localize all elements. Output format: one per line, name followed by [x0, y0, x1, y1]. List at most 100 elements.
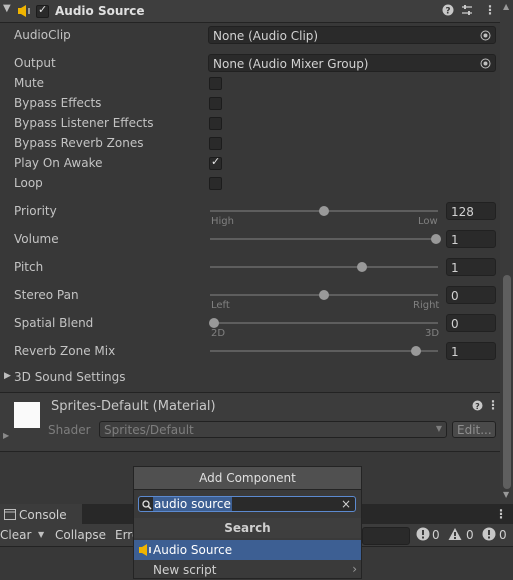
info-log-toggle[interactable] — [416, 527, 430, 544]
svg-text:?: ? — [445, 7, 450, 17]
pitch-label: Pitch — [14, 260, 44, 274]
chevron-right-icon: › — [352, 562, 357, 576]
material-title: Sprites-Default (Material) — [51, 399, 216, 414]
priority-min-label: High — [211, 216, 234, 227]
stereo-pan-min-label: Left — [211, 300, 230, 311]
spatial-blend-max-label: 3D — [425, 328, 440, 339]
add-component-button[interactable]: Add Component — [134, 467, 361, 490]
volume-slider-knob[interactable] — [431, 234, 441, 244]
scroll-down-icon[interactable]: ▼ — [503, 490, 509, 499]
volume-slider-track[interactable] — [210, 238, 438, 240]
result-label: Audio Source — [153, 543, 233, 557]
spatial-blend-slider-track[interactable] — [210, 322, 438, 324]
edit-shader-button[interactable]: Edit... — [452, 421, 496, 438]
audioclip-value: None (Audio Clip) — [213, 29, 319, 43]
stereo-pan-label: Stereo Pan — [14, 288, 79, 302]
shader-label: Shader — [48, 423, 91, 437]
spatial-blend-value-field[interactable]: 0 — [446, 314, 496, 332]
result-label: New script — [153, 563, 217, 577]
context-menu-icon[interactable]: ⋮ — [495, 507, 507, 521]
shader-dropdown[interactable]: Sprites/Default ▼ — [99, 421, 447, 438]
context-menu-icon[interactable]: ⋮ — [484, 3, 496, 17]
output-field[interactable]: None (Audio Mixer Group) — [208, 54, 496, 72]
stereo-pan-slider-knob[interactable] — [319, 290, 329, 300]
output-value: None (Audio Mixer Group) — [213, 57, 369, 71]
collapse-button[interactable]: Collapse — [55, 528, 106, 542]
loop-checkbox[interactable] — [209, 177, 222, 190]
volume-label: Volume — [14, 232, 59, 246]
material-expand-arrow-icon[interactable]: ▶ — [3, 431, 9, 440]
console-icon — [4, 509, 16, 523]
bypass-reverb-zones-checkbox[interactable] — [209, 137, 222, 150]
material-preview — [14, 402, 40, 428]
error-log-toggle[interactable] — [482, 527, 496, 544]
component-enabled-checkbox[interactable] — [36, 3, 49, 18]
play-on-awake-label: Play On Awake — [14, 156, 103, 170]
3d-sound-settings-foldout[interactable]: 3D Sound Settings — [14, 370, 126, 384]
search-results-title: Search — [224, 521, 271, 535]
priority-max-label: Low — [418, 216, 438, 227]
search-result-audio-source[interactable]: Audio Source — [134, 540, 361, 560]
component-search-input[interactable]: audio source × — [138, 496, 356, 512]
component-title: Audio Source — [55, 4, 145, 18]
expand-arrow-icon[interactable]: ▶ — [4, 371, 11, 381]
warning-count: 0 — [466, 528, 474, 542]
audio-source-icon — [17, 4, 31, 21]
stereo-pan-max-label: Right — [413, 300, 440, 311]
bypass-effects-label: Bypass Effects — [14, 96, 102, 110]
reverb-zone-mix-value-field[interactable]: 1 — [446, 342, 496, 360]
search-results-header: Search — [134, 518, 361, 538]
console-tab-label: Console — [19, 508, 67, 522]
bypass-reverb-zones-label: Bypass Reverb Zones — [14, 136, 144, 150]
add-component-popup: Add Component audio source × Search Audi… — [133, 466, 362, 579]
bypass-listener-effects-checkbox[interactable] — [209, 117, 222, 130]
clear-button[interactable]: Clear — [0, 528, 31, 542]
priority-slider-knob[interactable] — [319, 206, 329, 216]
clear-search-icon[interactable]: × — [341, 497, 351, 511]
output-label: Output — [14, 56, 56, 70]
play-on-awake-checkbox[interactable] — [209, 155, 222, 170]
audio-source-icon — [138, 543, 152, 560]
reverb-zone-mix-slider-knob[interactable] — [411, 346, 421, 356]
stereo-pan-value-field[interactable]: 0 — [446, 286, 496, 304]
pitch-slider-knob[interactable] — [357, 262, 367, 272]
error-icon — [482, 527, 496, 541]
object-picker-icon[interactable] — [480, 58, 491, 71]
search-icon — [142, 499, 152, 513]
object-picker-icon[interactable] — [480, 30, 491, 43]
context-menu-icon[interactable]: ⋮ — [487, 398, 499, 412]
pitch-slider-track[interactable] — [210, 266, 438, 268]
warning-icon — [448, 528, 462, 540]
audioclip-label: AudioClip — [14, 28, 71, 42]
add-component-label: Add Component — [199, 471, 296, 485]
info-icon — [416, 527, 430, 541]
volume-value-field[interactable]: 1 — [446, 230, 496, 248]
mute-checkbox[interactable] — [209, 77, 222, 90]
preset-icon[interactable] — [461, 4, 473, 19]
reverb-zone-mix-label: Reverb Zone Mix — [14, 344, 116, 358]
warning-log-toggle[interactable] — [448, 527, 462, 544]
scrollbar-thumb[interactable] — [503, 275, 511, 489]
console-search-input[interactable] — [362, 527, 410, 545]
pitch-value-field[interactable]: 1 — [446, 258, 496, 276]
console-tab[interactable]: Console — [0, 504, 82, 524]
bypass-listener-effects-label: Bypass Listener Effects — [14, 116, 154, 130]
search-query: audio source — [153, 497, 232, 511]
audioclip-field[interactable]: None (Audio Clip) — [208, 26, 496, 44]
help-icon[interactable]: ? — [472, 400, 483, 414]
spatial-blend-slider-knob[interactable] — [209, 318, 219, 328]
search-result-new-script[interactable]: New script › — [134, 560, 361, 580]
help-icon[interactable]: ? — [442, 4, 454, 19]
priority-value-field[interactable]: 128 — [446, 202, 496, 220]
collapse-arrow-icon[interactable]: ▼ — [3, 3, 11, 14]
reverb-zone-mix-slider-track[interactable] — [210, 350, 438, 352]
priority-label: Priority — [14, 204, 57, 218]
shader-value: Sprites/Default — [104, 423, 194, 437]
bypass-effects-checkbox[interactable] — [209, 97, 222, 110]
spatial-blend-min-label: 2D — [211, 328, 226, 339]
error-count: 0 — [499, 528, 507, 542]
clear-options-dropdown-icon[interactable]: ▼ — [38, 530, 44, 539]
info-count: 0 — [432, 528, 440, 542]
component-header: ▼ Audio Source ? ⋮ — [0, 0, 500, 23]
scroll-up-icon[interactable]: ▲ — [503, 2, 509, 11]
